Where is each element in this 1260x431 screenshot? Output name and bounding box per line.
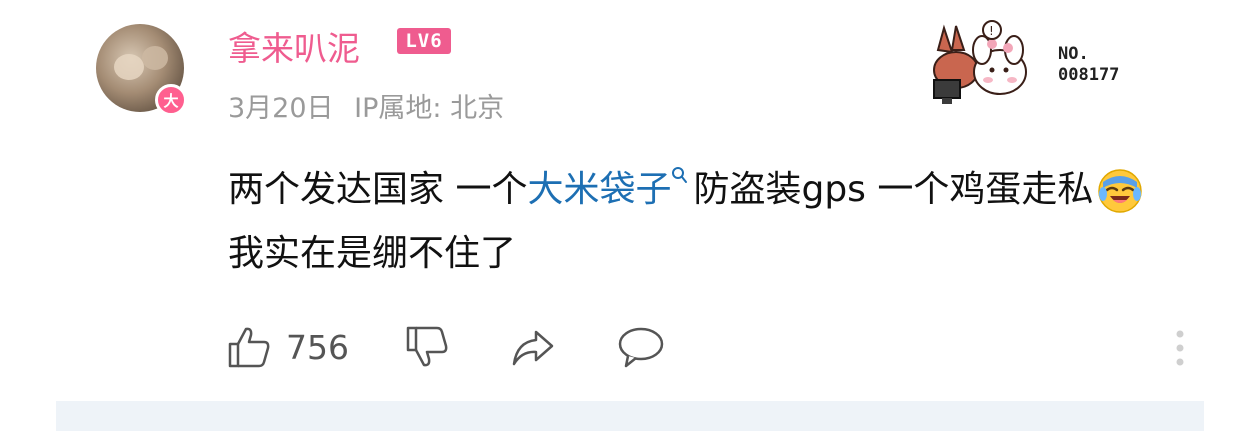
comment-text-part: 两个发达国家 一个 [228,169,528,210]
ip-location: IP属地: 北京 [354,93,505,124]
more-vertical-icon[interactable] [1174,328,1186,368]
share-button[interactable] [510,324,556,370]
reply-button[interactable] [616,324,666,370]
thumbs-down-icon [406,326,448,367]
avatar-image-detail [142,46,168,70]
bottom-divider-bar [56,401,1204,431]
search-link[interactable]: 大米袋子 [527,169,671,210]
comment-date: 3月20日 [228,93,334,124]
laughing-crying-emoji-icon [1098,169,1143,213]
comment-text-part: 我实在是绷不住了 [228,233,517,274]
dislike-button[interactable] [404,324,450,370]
comment-text-part: 防盗装gps 一个鸡蛋走私 [693,169,1094,210]
comment-actions: 756 [226,324,1186,372]
bunny-sticker-icon: ! [933,20,1027,104]
search-icon[interactable] [671,166,689,186]
svg-text:!: ! [989,24,994,38]
username[interactable]: 拿来叭泥 [228,22,360,70]
comment-meta: 3月20日 IP属地: 北京 [228,86,516,125]
share-icon [512,330,554,366]
comment-text: 两个发达国家 一个大米袋子 防盗装gps 一个鸡蛋走私 我实在是绷不住了 [228,158,1158,286]
avatar-badge: 大 [155,84,187,116]
like-count: 756 [286,327,349,367]
thumbs-up-icon [228,327,270,368]
level-badge: LV6 [397,28,451,54]
avatar-image-detail [114,54,144,80]
like-button[interactable]: 756 [226,324,349,370]
comment-icon [618,327,664,368]
sticker-number-label: NO. 008177 [1058,44,1120,85]
